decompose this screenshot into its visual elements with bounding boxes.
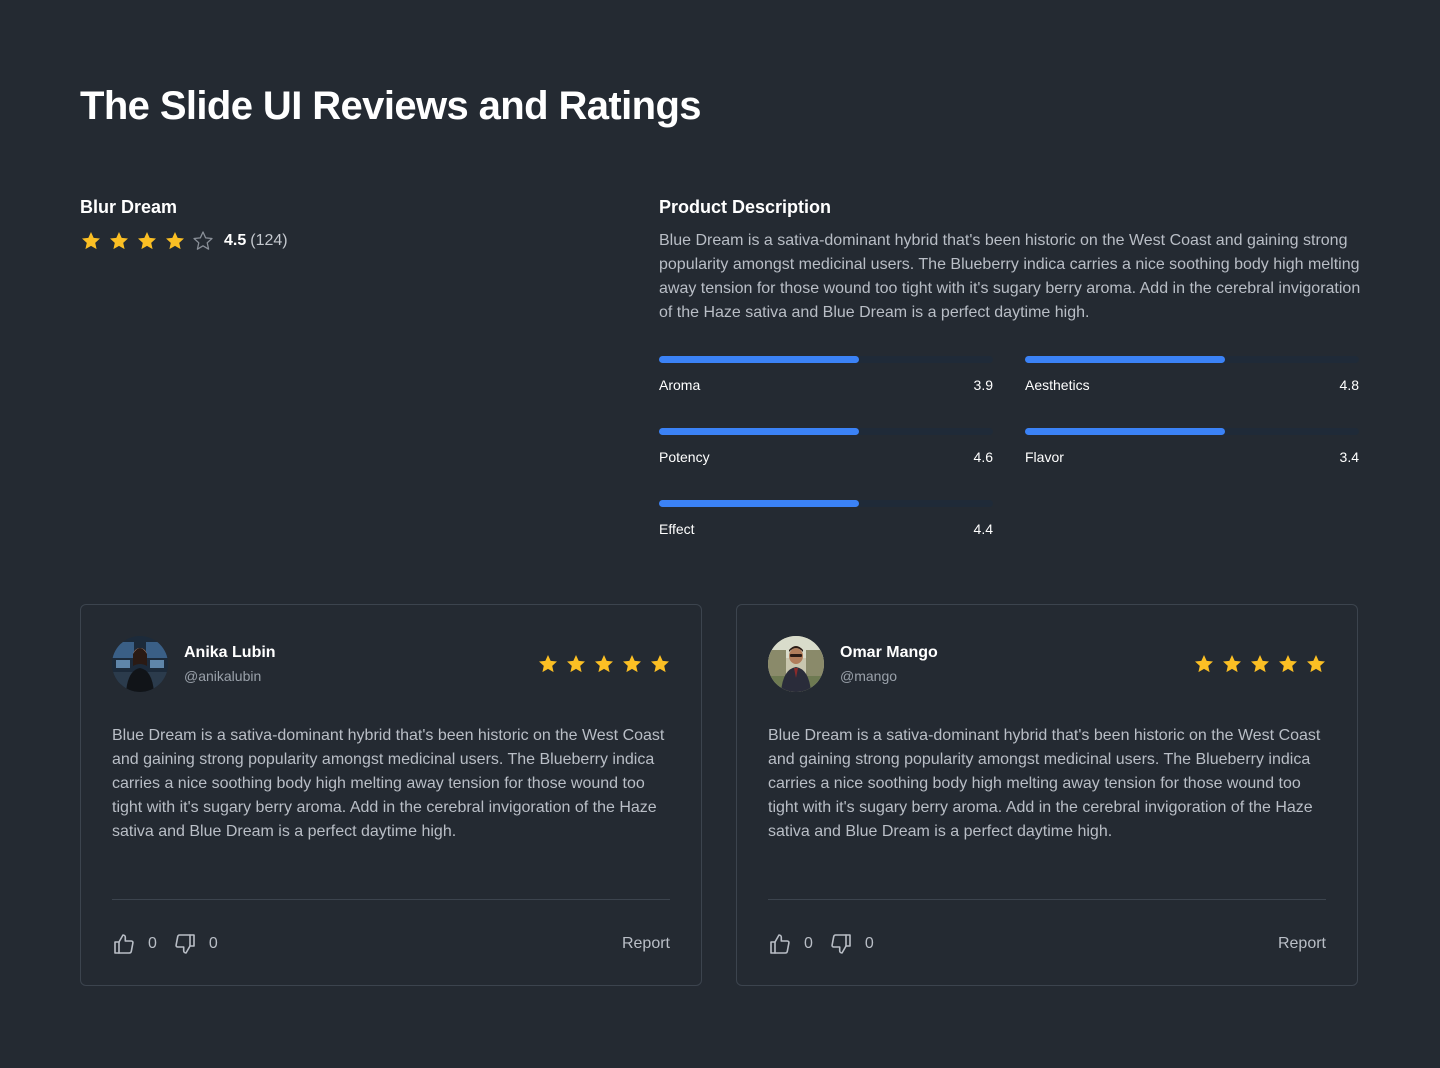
review-text: Blue Dream is a sativa-dominant hybrid t… bbox=[112, 727, 665, 840]
attribute-aesthetics: Aesthetics 4.8 bbox=[1025, 356, 1359, 406]
rating-value: 4.5 bbox=[224, 232, 247, 249]
product-name: Blur Dream bbox=[80, 197, 178, 217]
divider bbox=[768, 899, 1326, 900]
rating-bar-fill bbox=[1025, 356, 1226, 363]
attribute-value: 3.4 bbox=[1339, 449, 1359, 465]
page-title: The Slide UI Reviews and Ratings bbox=[80, 84, 702, 128]
description-text: Blue Dream is a sativa-dominant hybrid t… bbox=[659, 232, 1361, 321]
star-icon bbox=[138, 232, 156, 250]
star-icon bbox=[567, 655, 585, 673]
attribute-potency: Potency 4.6 bbox=[659, 428, 993, 478]
vote-row: 0 0 bbox=[768, 931, 890, 957]
review-card: Omar Mango @mango Blue Dream is a sativa… bbox=[736, 604, 1358, 986]
rating-bar-track bbox=[659, 356, 993, 363]
star-icon bbox=[539, 655, 557, 673]
attribute-value: 4.4 bbox=[973, 521, 993, 537]
star-icon bbox=[110, 232, 128, 250]
attribute-label: Flavor bbox=[1025, 449, 1064, 465]
product-description: Product Description Blue Dream is a sati… bbox=[659, 195, 1364, 325]
attribute-value: 4.6 bbox=[973, 449, 993, 465]
description-heading: Product Description bbox=[659, 197, 832, 217]
rating-bar-track bbox=[1025, 356, 1359, 363]
star-icon bbox=[82, 232, 100, 250]
product-stars bbox=[80, 230, 220, 252]
thumbs-down-icon[interactable] bbox=[829, 932, 853, 956]
star-icon bbox=[1279, 655, 1297, 673]
star-icon bbox=[623, 655, 641, 673]
divider bbox=[112, 899, 670, 900]
report-link[interactable]: Report bbox=[622, 935, 670, 953]
attribute-value: 3.9 bbox=[973, 377, 993, 393]
review-card: Anika Lubin @anikalubin Blue Dream is a … bbox=[80, 604, 702, 986]
attribute-label: Aesthetics bbox=[1025, 377, 1090, 393]
attribute-label: Aroma bbox=[659, 377, 701, 393]
attribute-flavor: Flavor 3.4 bbox=[1025, 428, 1359, 478]
review-stars bbox=[1187, 653, 1327, 675]
star-icon bbox=[1307, 655, 1325, 673]
rating-count: (124) bbox=[250, 232, 288, 249]
rating-bar-fill bbox=[659, 428, 860, 435]
star-icon bbox=[166, 232, 184, 250]
like-count: 0 bbox=[804, 935, 813, 952]
like-count: 0 bbox=[148, 935, 157, 952]
rating-bar-fill bbox=[1025, 428, 1226, 435]
rating-bar-fill bbox=[659, 356, 860, 363]
attribute-aroma: Aroma 3.9 bbox=[659, 356, 993, 406]
thumbs-up-icon[interactable] bbox=[768, 932, 792, 956]
rating-bar-track bbox=[659, 428, 993, 435]
attribute-label: Potency bbox=[659, 449, 710, 465]
star-icon bbox=[651, 655, 669, 673]
vote-row: 0 0 bbox=[112, 931, 234, 957]
reviewer-handle: @anikalubin bbox=[184, 668, 262, 684]
avatar bbox=[112, 636, 168, 692]
star-icon bbox=[1195, 655, 1213, 673]
attribute-label: Effect bbox=[659, 521, 695, 537]
star-icon bbox=[1251, 655, 1269, 673]
reviewer-name: Omar Mango bbox=[840, 644, 938, 661]
star-icon bbox=[595, 655, 613, 673]
report-link[interactable]: Report bbox=[1278, 935, 1326, 953]
star-icon bbox=[1223, 655, 1241, 673]
reviewer-name: Anika Lubin bbox=[184, 644, 276, 661]
star-outline-icon bbox=[193, 231, 213, 250]
thumbs-up-icon[interactable] bbox=[112, 932, 136, 956]
attribute-effect: Effect 4.4 bbox=[659, 500, 993, 550]
rating-bar-fill bbox=[659, 500, 860, 507]
review-text: Blue Dream is a sativa-dominant hybrid t… bbox=[768, 727, 1321, 840]
attribute-value: 4.8 bbox=[1339, 377, 1359, 393]
dislike-count: 0 bbox=[208, 935, 218, 952]
rating-bar-track bbox=[1025, 428, 1359, 435]
review-stars bbox=[531, 653, 671, 675]
product-rating: 4.5 (124) bbox=[80, 229, 600, 253]
rating-bar-track bbox=[659, 500, 993, 507]
reviewer-handle: @mango bbox=[840, 668, 898, 684]
product-summary: Blur Dream 4.5 (124) bbox=[80, 195, 600, 253]
dislike-count: 0 bbox=[864, 935, 874, 952]
thumbs-down-icon[interactable] bbox=[173, 932, 197, 956]
avatar bbox=[768, 636, 824, 692]
